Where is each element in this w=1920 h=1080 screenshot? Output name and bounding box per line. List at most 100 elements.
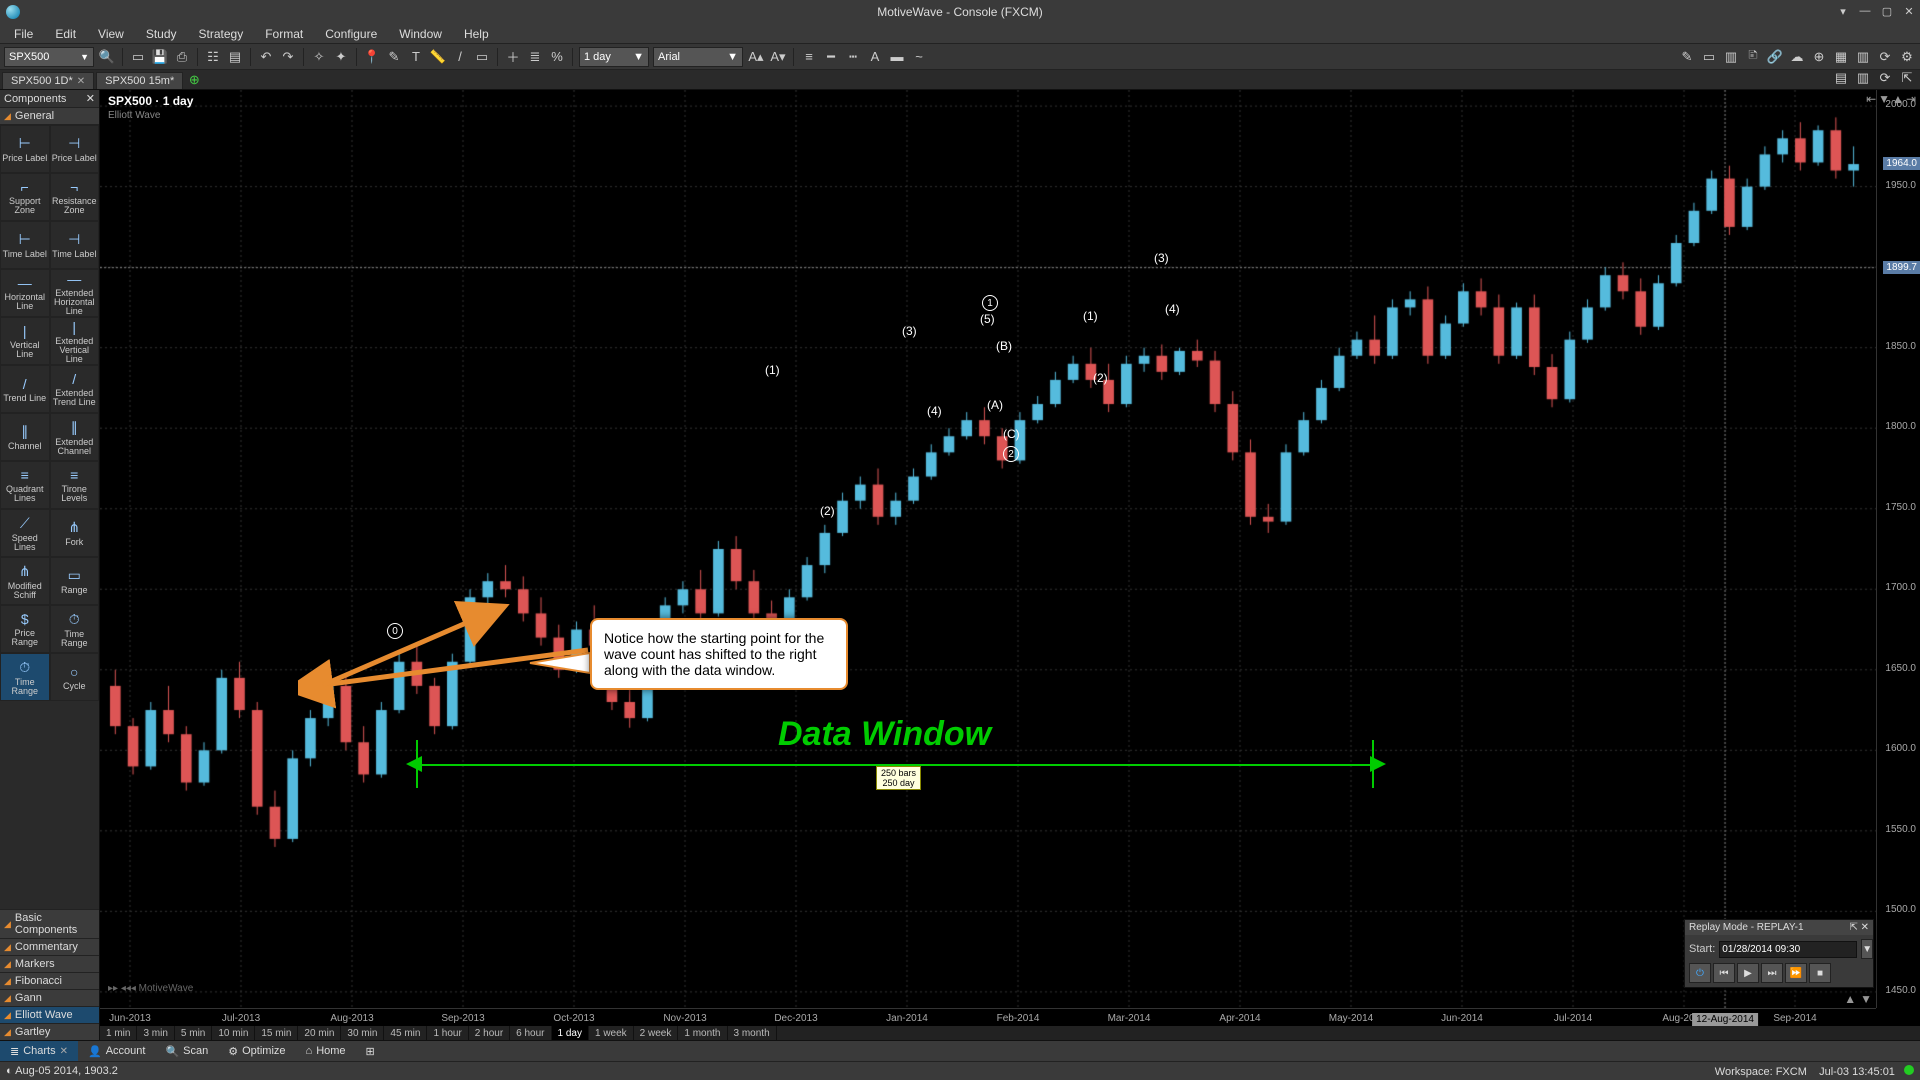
tool-extended-horizontal-line[interactable]: —Extended Horizontal Line [50,269,100,317]
cloud-icon[interactable]: ☁ [1788,48,1806,66]
ruler-icon[interactable]: 📏 [429,48,447,66]
maximize-icon[interactable]: ▢ [1880,5,1894,19]
replay-rewind-icon[interactable]: ⏮ [1713,963,1735,983]
chart-nav-right-icon[interactable]: ⇥ [1906,92,1916,106]
tab-panel2-icon[interactable]: ▥ [1854,69,1872,87]
replay-fast-icon[interactable]: ⏩ [1785,963,1807,983]
grid-icon[interactable]: ▦ [1832,48,1850,66]
replay-power-icon[interactable]: ⏻ [1689,963,1711,983]
bottom-account[interactable]: 👤Account [78,1041,155,1061]
search-icon[interactable]: 🔍 [98,48,116,66]
font-dec-icon[interactable]: A▾ [769,48,787,66]
tf-3-min[interactable]: 3 min [137,1026,174,1040]
tool-quadrant-lines[interactable]: ≡Quadrant Lines [0,461,50,509]
redo-icon[interactable]: ↷ [279,48,297,66]
tab-spx500-15m-[interactable]: SPX500 15m* [96,72,183,89]
tool-speed-lines[interactable]: ⟋Speed Lines [0,509,50,557]
tf-2-week[interactable]: 2 week [634,1026,679,1040]
tree-icon[interactable]: ☷ [204,48,222,66]
target-icon[interactable]: ⊕ [1810,48,1828,66]
save-icon[interactable]: 💾 [151,48,169,66]
symbol-combo[interactable]: SPX500▼ [4,47,94,67]
category-general[interactable]: ◢General [0,107,99,125]
tool-horizontal-line[interactable]: —Horizontal Line [0,269,50,317]
save-all-icon[interactable]: ⎙ [173,48,191,66]
replay-step-icon[interactable]: ⏭ [1761,963,1783,983]
font-combo[interactable]: Arial▼ [653,47,743,67]
tool-time-label[interactable]: ⊣Time Label [50,221,100,269]
tab-refresh-icon[interactable]: ⟳ [1876,69,1894,87]
pct-icon[interactable]: % [548,48,566,66]
menu-window[interactable]: Window [391,25,450,43]
wave-label[interactable]: (3) [902,324,917,338]
chart-nav-down-icon[interactable]: ▼ [1878,92,1890,106]
edit-icon[interactable]: ✎ [1678,48,1696,66]
bottom-close-icon[interactable]: ✕ [60,1046,68,1057]
replay-detach-icon[interactable]: ⇱ [1849,922,1857,933]
magic-icon[interactable]: ✧ [310,48,328,66]
replay-play-icon[interactable]: ▶ [1737,963,1759,983]
xaxis-up-icon[interactable]: ▲ [1844,992,1856,1006]
tool-resistance-zone[interactable]: ¬Resistance Zone [50,173,100,221]
line-icon[interactable]: / [451,48,469,66]
wave-label[interactable]: (4) [927,404,942,418]
card-icon[interactable]: ▭ [1700,48,1718,66]
tf-1-week[interactable]: 1 week [589,1026,634,1040]
tf-3-month[interactable]: 3 month [728,1026,777,1040]
doc-icon[interactable]: ▤ [226,48,244,66]
menu-view[interactable]: View [90,25,132,43]
color-icon[interactable]: A [866,48,884,66]
tool-time-range[interactable]: ⏱Time Range [50,605,100,653]
tool-tirone-levels[interactable]: ≡Tirone Levels [50,461,100,509]
replay-start-input[interactable] [1719,941,1857,958]
category-basic-components[interactable]: ◢Basic Components [0,909,99,938]
wave-label[interactable]: 2 [1003,446,1019,462]
menu-edit[interactable]: Edit [47,25,84,43]
gear-icon[interactable]: ⚙ [1898,48,1916,66]
menu-help[interactable]: Help [456,25,497,43]
align-icon[interactable]: ≡ [800,48,818,66]
timeframe-combo[interactable]: 1 day▼ [579,47,649,67]
undo-icon[interactable]: ↶ [257,48,275,66]
tool-time-range[interactable]: ⏱Time Range [0,653,50,701]
tool-price-range[interactable]: $Price Range [0,605,50,653]
wave-label[interactable]: (B) [996,339,1012,353]
menu-format[interactable]: Format [257,25,311,43]
tf-15-min[interactable]: 15 min [255,1026,298,1040]
tf-1-day[interactable]: 1 day [552,1026,589,1040]
chart-nav-left-icon[interactable]: ⇤ [1866,92,1876,106]
category-elliott-wave[interactable]: ◢Elliott Wave [0,1006,99,1023]
sidebar-close-icon[interactable]: ✕ [86,92,95,105]
wave-icon[interactable]: ~ [910,48,928,66]
menu-strategy[interactable]: Strategy [191,25,252,43]
linestyle-icon[interactable]: ┅ [844,48,862,66]
tf-2-hour[interactable]: 2 hour [469,1026,510,1040]
bottom-charts[interactable]: ≣Charts✕ [0,1041,78,1061]
tf-30-min[interactable]: 30 min [341,1026,384,1040]
replay-close-icon[interactable]: ✕ [1861,922,1869,933]
chart-area[interactable]: SPX500 · 1 day Elliott Wave ⇤ ▼ ▲ ⇥ 2000… [100,90,1920,1040]
wave-label[interactable]: (2) [1093,371,1108,385]
tab-close-icon[interactable]: ✕ [77,76,85,87]
tab-spx500-1d-[interactable]: SPX500 1D*✕ [2,72,94,89]
pin-icon[interactable]: 📍 [363,48,381,66]
tab-add-icon[interactable]: ⊕ [185,71,203,89]
fill-icon[interactable]: ▬ [888,48,906,66]
minimize-icon[interactable]: — [1858,5,1872,19]
bottom-add-icon[interactable]: ⊞ [356,1041,385,1061]
replay-stop-icon[interactable]: ■ [1809,963,1831,983]
category-gartley[interactable]: ◢Gartley [0,1023,99,1040]
tool-modified-schiff[interactable]: ⋔Modified Schiff [0,557,50,605]
tool-cycle[interactable]: ○Cycle [50,653,100,701]
wave-label[interactable]: (5) [980,312,995,326]
tf-10-min[interactable]: 10 min [212,1026,255,1040]
bottom-home[interactable]: ⌂Home [296,1041,356,1061]
new-icon[interactable]: ▭ [129,48,147,66]
tool-extended-vertical-line[interactable]: |Extended Vertical Line [50,317,100,365]
refresh-icon[interactable]: ⟳ [1876,48,1894,66]
tf-20-min[interactable]: 20 min [298,1026,341,1040]
bottom-optimize[interactable]: ⚙Optimize [218,1041,295,1061]
tab-panel1-icon[interactable]: ▤ [1832,69,1850,87]
tool-extended-channel[interactable]: ∥Extended Channel [50,413,100,461]
x-axis[interactable]: Jun-2013Jul-2013Aug-2013Sep-2013Oct-2013… [100,1008,1876,1026]
